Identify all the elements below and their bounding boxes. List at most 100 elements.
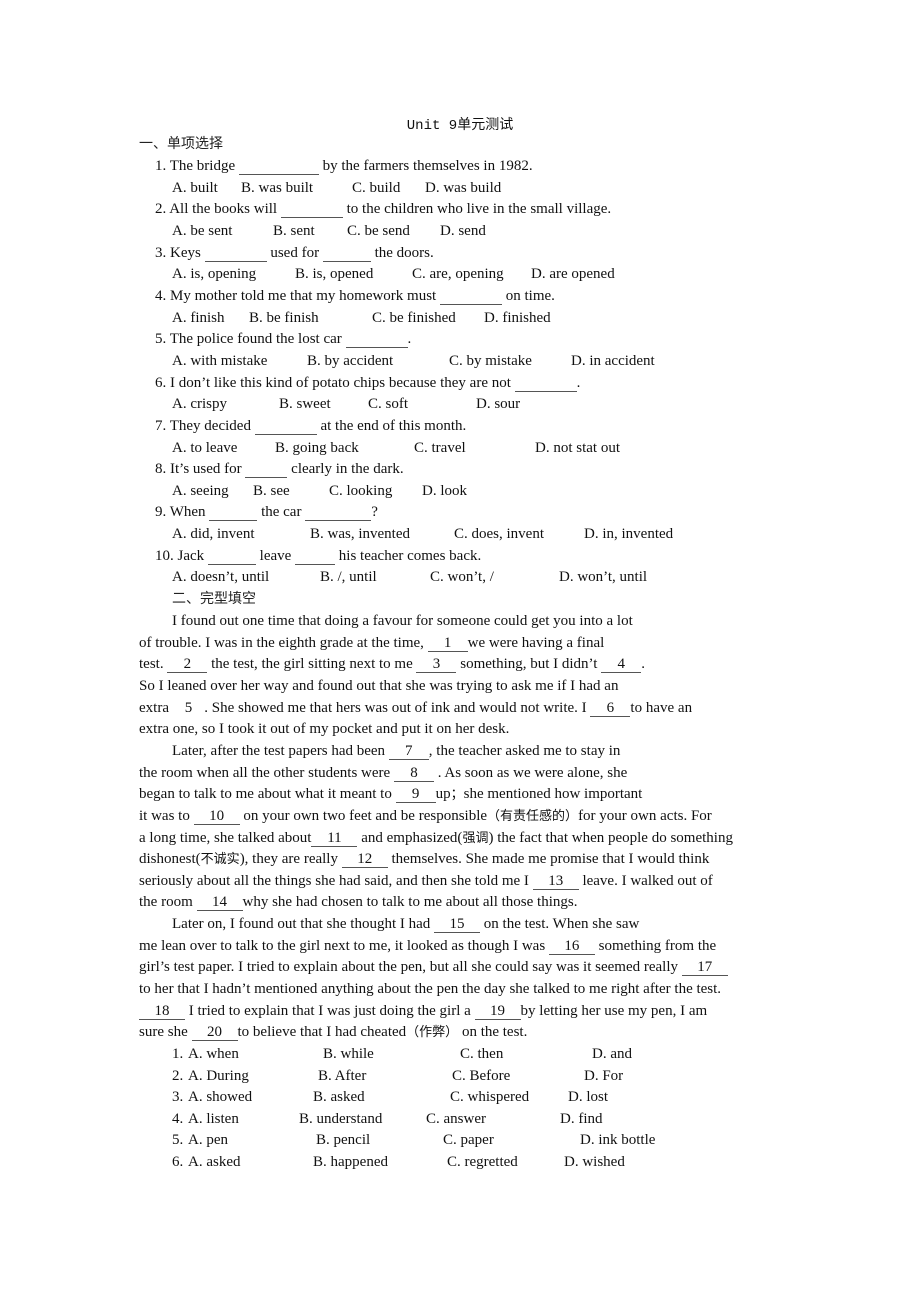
answer-blank[interactable] [280, 201, 343, 219]
answer-blank[interactable] [204, 245, 267, 262]
answer-option[interactable]: D. are opened [531, 264, 615, 284]
answer-option[interactable]: C. travel [414, 438, 466, 458]
answer-option[interactable]: D. send [440, 221, 486, 241]
answer-blank[interactable] [295, 548, 336, 565]
cloze-option[interactable]: A. when [188, 1044, 239, 1064]
answer-option[interactable]: D. finished [484, 308, 551, 328]
answer-option[interactable]: A. doesn’t, until [172, 567, 269, 587]
answer-option[interactable]: B. sent [273, 221, 315, 241]
cloze-option[interactable]: D. wished [564, 1152, 625, 1172]
answer-option[interactable]: B. was built [241, 178, 313, 198]
answer-option[interactable]: A. be sent [172, 221, 232, 241]
cloze-blank-12[interactable]: 12 [341, 851, 388, 869]
cloze-option[interactable]: D. find [560, 1109, 603, 1129]
answer-option[interactable]: C. by mistake [449, 351, 532, 371]
cloze-blank-18[interactable]: 18 [139, 1003, 185, 1020]
cloze-blank-17[interactable]: 17 [681, 959, 728, 977]
answer-blank[interactable] [207, 548, 256, 565]
cloze-option[interactable]: A. showed [188, 1087, 252, 1107]
cloze-option[interactable]: B. understand [299, 1109, 382, 1129]
cloze-option[interactable]: A. pen [188, 1130, 228, 1150]
question-number: 9. [155, 504, 170, 521]
cloze-option[interactable]: D. lost [568, 1087, 608, 1107]
cloze-blank-4[interactable]: 4 [601, 656, 642, 674]
answer-option[interactable]: A. did, invent [172, 524, 255, 544]
answer-option[interactable]: C. looking [329, 481, 392, 501]
answer-option[interactable]: D. in accident [571, 351, 655, 371]
cloze-blank-5[interactable]: 5 [173, 700, 205, 716]
answer-blank[interactable] [439, 288, 502, 305]
passage-line: me lean over to talk to the girl next to… [139, 937, 717, 955]
answer-blank[interactable] [514, 375, 577, 392]
answer-option[interactable]: D. sour [476, 394, 520, 414]
cloze-option[interactable]: C. answer [426, 1109, 486, 1129]
answer-option[interactable]: A. seeing [172, 481, 229, 501]
cloze-option[interactable]: B. while [323, 1044, 374, 1064]
cloze-blank-20[interactable]: 20 [191, 1024, 238, 1042]
cloze-option[interactable]: B. asked [313, 1087, 365, 1107]
answer-blank[interactable] [254, 418, 317, 435]
cloze-blank-15[interactable]: 15 [434, 916, 481, 934]
answer-option[interactable]: A. crispy [172, 394, 227, 414]
answer-blank[interactable] [322, 245, 371, 262]
cloze-blank-9[interactable]: 9 [395, 786, 436, 804]
cloze-option[interactable]: A. During [188, 1066, 249, 1086]
cloze-option[interactable]: A. asked [188, 1152, 241, 1172]
answer-blank[interactable] [305, 504, 372, 522]
cloze-option[interactable]: C. paper [443, 1130, 494, 1150]
answer-option[interactable]: C. soft [368, 394, 408, 414]
cloze-blank-16[interactable]: 16 [548, 938, 595, 955]
answer-option[interactable]: B. be finish [249, 308, 319, 328]
cloze-option[interactable]: B. pencil [316, 1130, 370, 1150]
answer-option[interactable]: C. be finished [372, 308, 456, 328]
cloze-option[interactable]: C. then [460, 1044, 503, 1064]
answer-blank[interactable] [209, 504, 258, 522]
cloze-blank-10[interactable]: 10 [193, 808, 240, 825]
answer-option[interactable]: B. by accident [307, 351, 393, 371]
cloze-blank-2[interactable]: 2 [167, 656, 208, 674]
cloze-option[interactable]: A. listen [188, 1109, 239, 1129]
answer-option[interactable]: B. sweet [279, 394, 331, 414]
answer-option[interactable]: B. going back [275, 438, 359, 458]
cloze-option[interactable]: D. For [584, 1066, 623, 1086]
answer-option[interactable]: C. won’t, / [430, 567, 494, 587]
answer-blank[interactable] [238, 158, 319, 175]
answer-option[interactable]: A. with mistake [172, 351, 267, 371]
cloze-option[interactable]: D. and [592, 1044, 632, 1064]
cloze-option[interactable]: C. Before [452, 1066, 510, 1086]
answer-option[interactable]: C. are, opening [412, 264, 504, 284]
cloze-blank-19[interactable]: 19 [474, 1003, 521, 1020]
cloze-option[interactable]: B. happened [313, 1152, 388, 1172]
cloze-blank-1[interactable]: 1 [427, 635, 468, 652]
cloze-option[interactable]: C. regretted [447, 1152, 518, 1172]
cloze-option[interactable]: B. After [318, 1066, 366, 1086]
answer-option[interactable]: D. in, invented [584, 524, 673, 544]
answer-option[interactable]: C. does, invent [454, 524, 544, 544]
cloze-option[interactable]: D. ink bottle [580, 1130, 655, 1150]
cloze-blank-6[interactable]: 6 [590, 700, 631, 717]
answer-option[interactable]: B. /, until [320, 567, 377, 587]
cloze-blank-7[interactable]: 7 [388, 743, 429, 760]
answer-option[interactable]: B. is, opened [295, 264, 373, 284]
cloze-blank-8[interactable]: 8 [393, 765, 434, 782]
cloze-blank-13[interactable]: 13 [532, 873, 579, 890]
answer-option[interactable]: A. built [172, 178, 218, 198]
passage-line: 18 I tried to explain that I was just do… [139, 1001, 707, 1021]
answer-option[interactable]: A. finish [172, 308, 225, 328]
answer-option[interactable]: D. was build [425, 178, 501, 198]
answer-option[interactable]: A. to leave [172, 438, 237, 458]
answer-option[interactable]: B. see [253, 481, 290, 501]
cloze-blank-14[interactable]: 14 [196, 894, 243, 912]
answer-option[interactable]: D. not stat out [535, 438, 620, 458]
answer-blank[interactable] [345, 331, 408, 349]
answer-option[interactable]: D. look [422, 481, 467, 501]
answer-option[interactable]: C. be send [347, 221, 410, 241]
answer-option[interactable]: D. won’t, until [559, 567, 647, 587]
answer-option[interactable]: B. was, invented [310, 524, 410, 544]
answer-option[interactable]: A. is, opening [172, 264, 256, 284]
cloze-blank-11[interactable]: 11 [311, 830, 358, 847]
answer-blank[interactable] [245, 461, 288, 479]
cloze-option[interactable]: C. whispered [450, 1087, 529, 1107]
cloze-blank-3[interactable]: 3 [416, 656, 457, 674]
answer-option[interactable]: C. build [352, 178, 400, 198]
